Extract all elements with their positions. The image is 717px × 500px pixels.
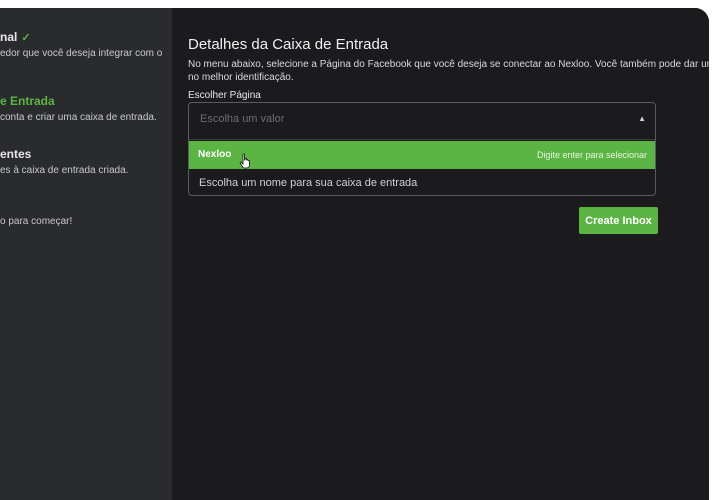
page-title: Detalhes da Caixa de Entrada	[188, 36, 389, 53]
inbox-details-panel: Detalhes da Caixa de Entrada No menu aba…	[172, 8, 709, 500]
step-description: o para começar!	[0, 216, 73, 227]
option-hint: Digite enter para selecionar	[536, 150, 647, 160]
check-icon: ✓	[21, 32, 31, 44]
step-inbox: e Entrada conta e criar uma caixa de ent…	[0, 94, 157, 125]
step-title: e Entrada	[0, 94, 55, 108]
inbox-name-input[interactable]	[189, 173, 655, 193]
create-inbox-button[interactable]: Create Inbox	[579, 207, 658, 234]
option-label: Nexloo	[198, 149, 232, 160]
step-channel: nal ✓ edor que você deseja integrar com o	[0, 30, 162, 61]
page-select-label: Escolher Página	[188, 90, 261, 101]
page-select[interactable]: Escolha um valor ▲ Nexloo Digite enter p…	[188, 102, 656, 196]
step-title: nal	[0, 30, 18, 44]
page-description: No menu abaixo, selecione a Página do Fa…	[188, 59, 709, 83]
step-description: conta e criar uma caixa de entrada.	[0, 112, 157, 123]
step-finish: o para começar!	[0, 215, 72, 229]
app-window: nal ✓ edor que você deseja integrar com o…	[0, 8, 709, 500]
step-title: entes	[0, 147, 32, 161]
setup-steps-sidebar: nal ✓ edor que você deseja integrar com o…	[0, 8, 172, 500]
hand-pointer-icon	[239, 153, 250, 169]
step-description: es à caixa de entrada criada.	[0, 165, 129, 176]
caret-down-icon[interactable]: ▲	[638, 114, 646, 123]
step-description: edor que você deseja integrar com o	[0, 48, 163, 59]
divider	[189, 139, 655, 140]
page-select-placeholder: Escolha um valor	[200, 113, 285, 125]
step-agents: entes es à caixa de entrada criada.	[0, 147, 128, 178]
page-option-nexloo[interactable]: Nexloo Digite enter para selecionar	[189, 141, 655, 169]
